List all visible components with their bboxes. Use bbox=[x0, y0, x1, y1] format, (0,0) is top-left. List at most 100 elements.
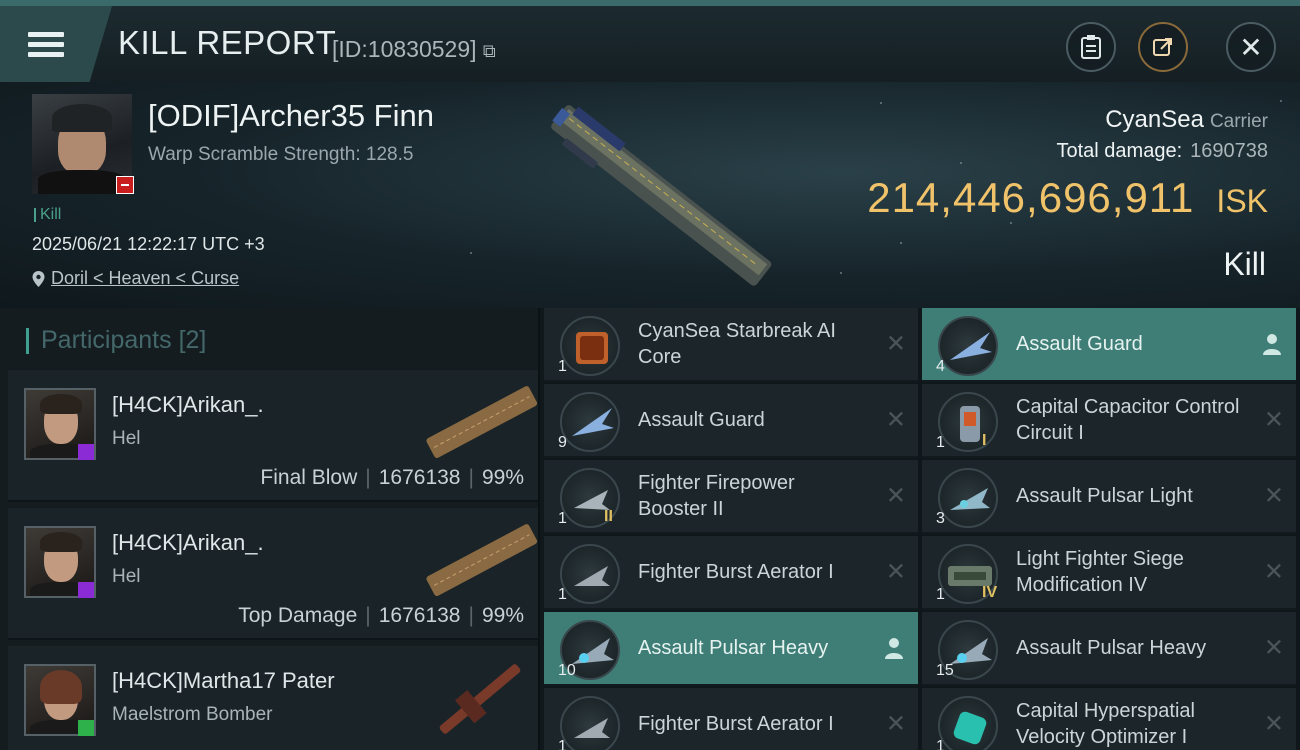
item-quantity: 10 bbox=[558, 662, 576, 679]
report-id[interactable]: [ID:10830529] ⧉ bbox=[332, 36, 496, 63]
victim-summary: [ODIF]Archer35 Finn Warp Scramble Streng… bbox=[0, 82, 1300, 308]
item-name: Fighter Burst Aerator I bbox=[638, 561, 834, 583]
aerator-icon bbox=[560, 696, 620, 750]
item-quantity: 4 bbox=[936, 358, 945, 375]
participant-ship-image bbox=[426, 386, 538, 458]
item-slot[interactable]: 1 I Capital Capacitor Control Circuit I ✕ bbox=[922, 384, 1296, 458]
item-quantity: 9 bbox=[558, 434, 567, 451]
aerator-icon bbox=[560, 544, 620, 604]
participant-ship: Hel bbox=[112, 428, 141, 449]
ship-class: Carrier bbox=[1209, 111, 1268, 132]
kill-tag: Kill bbox=[34, 206, 61, 224]
destroyed-x-icon: ✕ bbox=[1263, 558, 1284, 586]
header-bar: KILL REPORT [ID:10830529] ⧉ ✕ bbox=[0, 0, 1300, 82]
item-slot[interactable]: 1 CyanSea Starbreak AI Core ✕ bbox=[544, 308, 918, 382]
item-slot[interactable]: 4 Assault Guard bbox=[922, 308, 1296, 382]
isk-unit: ISK bbox=[1216, 183, 1268, 219]
clipboard-icon bbox=[1081, 35, 1101, 59]
participant-ship: Hel bbox=[112, 566, 141, 587]
ship-name[interactable]: CyanSea bbox=[1105, 106, 1204, 133]
item-quantity: 1 bbox=[936, 586, 945, 603]
warp-scramble-strength: Warp Scramble Strength: 128.5 bbox=[148, 144, 414, 165]
fighter-guard-icon bbox=[560, 392, 620, 452]
item-slot[interactable]: 15 Assault Pulsar Heavy ✕ bbox=[922, 612, 1296, 686]
item-quantity: 15 bbox=[936, 662, 954, 679]
victim-name[interactable]: [ODIF]Archer35 Finn bbox=[148, 98, 434, 134]
item-tier: II bbox=[604, 508, 613, 525]
destroyed-x-icon: ✕ bbox=[885, 710, 906, 738]
standing-star-icon bbox=[78, 720, 94, 736]
dropped-items-grid: 1 CyanSea Starbreak AI Core ✕ 4 Assault Guar… bbox=[544, 308, 1300, 750]
participant-name: [H4CK]Arikan_. bbox=[112, 392, 264, 417]
owner-person-icon[interactable] bbox=[1262, 333, 1282, 355]
item-quantity: 1 bbox=[558, 738, 567, 750]
destroyed-x-icon: ✕ bbox=[1263, 406, 1284, 434]
item-quantity: 1 bbox=[936, 434, 945, 451]
item-name: Assault Guard bbox=[1016, 333, 1143, 355]
destroyed-x-icon: ✕ bbox=[1263, 634, 1284, 662]
share-button[interactable] bbox=[1138, 22, 1188, 72]
participant-ship-image bbox=[426, 524, 538, 596]
copy-icon[interactable]: ⧉ bbox=[483, 41, 496, 61]
destroyed-x-icon: ✕ bbox=[885, 558, 906, 586]
participant-card[interactable]: [H4CK]Arikan_. Hel Final Blow | 1676138 | 99… bbox=[8, 370, 538, 502]
participant-stats: Top Damage | 1676138 | 99% bbox=[238, 604, 524, 627]
capacitor-icon bbox=[938, 392, 998, 452]
optimizer-icon bbox=[938, 696, 998, 750]
item-slot[interactable]: 1 IV Light Fighter Siege Modification IV ✕ bbox=[922, 536, 1296, 610]
clipboard-button[interactable] bbox=[1066, 22, 1116, 72]
location-link[interactable]: Doril < Heaven < Curse bbox=[51, 268, 239, 289]
participant-card[interactable]: [H4CK]Arikan_. Hel Top Damage | 1676138 | 99… bbox=[8, 508, 538, 640]
item-slot[interactable]: 1 Fighter Burst Aerator I ✕ bbox=[544, 536, 918, 610]
isk-value: 214,446,696,911 bbox=[867, 174, 1195, 221]
participants-panel: Participants [2] [H4CK]Arikan_. Hel Fina… bbox=[0, 308, 540, 750]
kill-location[interactable]: Doril < Heaven < Curse bbox=[32, 268, 239, 289]
item-slot[interactable]: 3 Assault Pulsar Light ✕ bbox=[922, 460, 1296, 534]
destroyed-x-icon: ✕ bbox=[885, 330, 906, 358]
item-slot[interactable]: 1 Fighter Burst Aerator I ✕ bbox=[544, 688, 918, 750]
participant-card[interactable]: [H4CK]Martha17 Pater Maelstrom Bomber bbox=[8, 646, 538, 750]
standing-badge-icon bbox=[78, 582, 94, 598]
page-title: KILL REPORT bbox=[118, 24, 337, 61]
victim-ship-image[interactable] bbox=[520, 92, 800, 302]
item-name: Assault Pulsar Heavy bbox=[638, 637, 829, 659]
kill-datetime: 2025/06/21 12:22:17 UTC +3 bbox=[32, 234, 265, 254]
destroyed-x-icon: ✕ bbox=[1263, 710, 1284, 738]
item-name: Capital Hyperspatial Velocity Optimizer … bbox=[1016, 700, 1195, 748]
menu-button[interactable] bbox=[0, 6, 112, 82]
kill-report-window: KILL REPORT [ID:10830529] ⧉ ✕ [ODIF]Arch… bbox=[0, 0, 1300, 750]
item-name: Fighter Burst Aerator I bbox=[638, 713, 834, 735]
report-id-label: [ID:10830529] bbox=[332, 36, 477, 62]
item-slot[interactable]: 9 Assault Guard ✕ bbox=[544, 384, 918, 458]
item-name: Assault Pulsar Light bbox=[1016, 485, 1193, 507]
participant-stats: Final Blow | 1676138 | 99% bbox=[260, 466, 524, 489]
item-name: Capital Capacitor Control Circuit I bbox=[1016, 396, 1240, 444]
close-button[interactable]: ✕ bbox=[1226, 22, 1276, 72]
share-icon bbox=[1153, 38, 1172, 56]
item-slot[interactable]: 10 Assault Pulsar Heavy bbox=[544, 612, 918, 686]
destroyed-x-icon: ✕ bbox=[885, 406, 906, 434]
destroyed-x-icon: ✕ bbox=[1263, 482, 1284, 510]
item-quantity: 1 bbox=[558, 358, 567, 375]
item-quantity: 1 bbox=[936, 738, 945, 750]
item-name: CyanSea Starbreak AI Core bbox=[638, 320, 836, 368]
result-label: Kill bbox=[1223, 246, 1266, 282]
participant-name: [H4CK]Martha17 Pater bbox=[112, 668, 335, 693]
fighter-guard-icon bbox=[938, 316, 998, 376]
standing-minus-icon bbox=[116, 176, 134, 194]
participant-ship: Maelstrom Bomber bbox=[112, 704, 273, 725]
participants-header: Participants [2] bbox=[26, 326, 206, 355]
item-name: Fighter Firepower Booster II bbox=[638, 472, 795, 520]
location-pin-icon bbox=[32, 270, 45, 287]
total-damage: Total damage: 1690738 bbox=[1056, 140, 1268, 162]
item-name: Light Fighter Siege Modification IV bbox=[1016, 548, 1184, 596]
hamburger-icon bbox=[28, 27, 64, 62]
item-slot[interactable]: 1 II Fighter Firepower Booster II ✕ bbox=[544, 460, 918, 534]
item-slot[interactable]: 1 Capital Hyperspatial Velocity Optimizer… bbox=[922, 688, 1296, 750]
item-quantity: 1 bbox=[558, 510, 567, 527]
ai-core-icon bbox=[560, 316, 620, 376]
close-icon: ✕ bbox=[1239, 31, 1263, 63]
destroyed-x-icon: ✕ bbox=[885, 482, 906, 510]
item-quantity: 1 bbox=[558, 586, 567, 603]
owner-person-icon[interactable] bbox=[884, 637, 904, 659]
